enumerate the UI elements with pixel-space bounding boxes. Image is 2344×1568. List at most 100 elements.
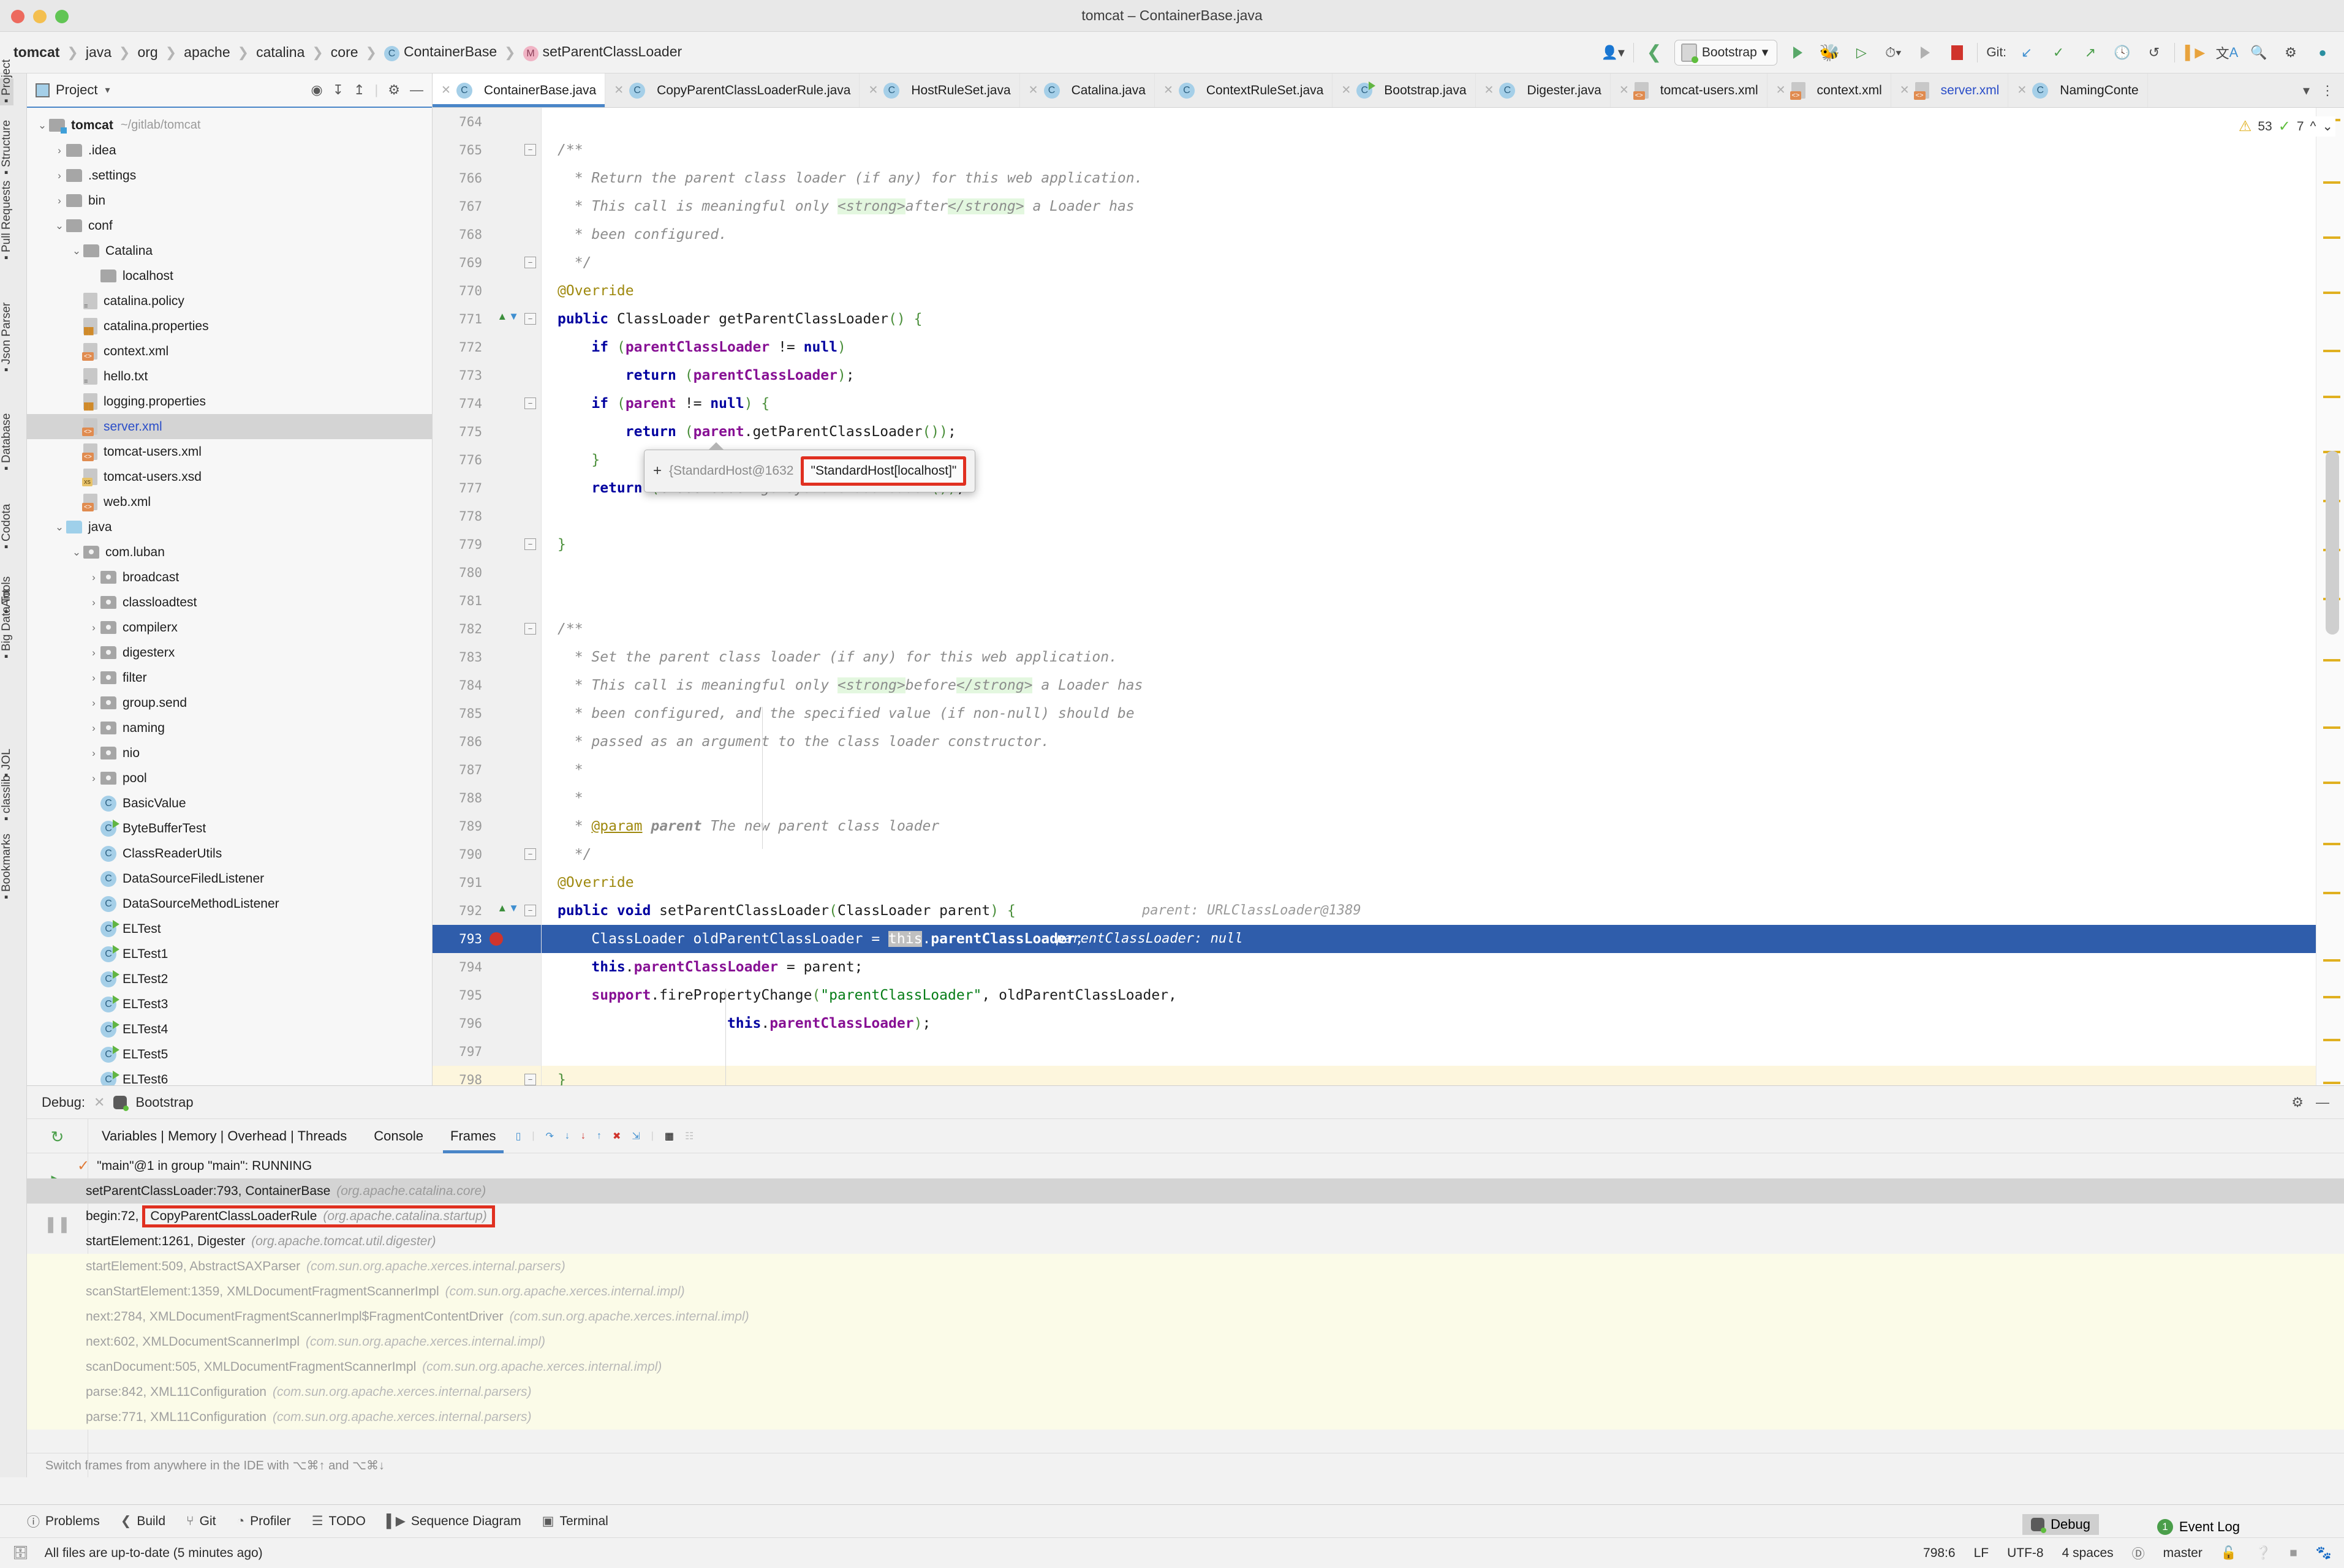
chevron-down-icon[interactable]: ▾ bbox=[2303, 83, 2310, 99]
line-separator[interactable]: LF bbox=[1974, 1546, 1989, 1561]
run-to-cursor-icon[interactable]: ⇲ bbox=[632, 1130, 640, 1142]
code-line-row[interactable] bbox=[542, 502, 2316, 530]
expand-icon[interactable]: + bbox=[653, 462, 662, 480]
profile-icon[interactable]: 👤▾ bbox=[1601, 39, 1624, 66]
error-stripe-mark[interactable] bbox=[2323, 959, 2340, 962]
bottom-tool-bar[interactable]: ⓘProblems❮Build⑂Git◔Profiler☰TODO▌▶Seque… bbox=[0, 1504, 2344, 1537]
close-icon[interactable]: ✕ bbox=[441, 83, 451, 97]
tree-file[interactable]: ██logging.properties bbox=[27, 389, 432, 414]
editor-scrollbar-thumb[interactable] bbox=[2326, 451, 2339, 635]
code-line-row[interactable]: if (parentClassLoader != null) bbox=[542, 333, 2316, 361]
error-stripe-mark[interactable] bbox=[2323, 726, 2340, 729]
step-into-icon[interactable]: ↓ bbox=[565, 1131, 570, 1142]
code-line-row[interactable] bbox=[542, 1038, 2316, 1066]
hide-panel-icon[interactable]: — bbox=[2316, 1095, 2329, 1110]
minimize-window-button[interactable] bbox=[33, 10, 47, 23]
breadcrumb-item-core[interactable]: core bbox=[327, 42, 362, 62]
translate-icon[interactable]: 文A bbox=[2215, 39, 2239, 66]
code-line-row[interactable]: * This call is meaningful only <strong>b… bbox=[542, 671, 2316, 699]
tree-folder[interactable]: ›.settings bbox=[27, 163, 432, 188]
breadcrumb-item-org[interactable]: org bbox=[134, 42, 161, 62]
implementing-method-icon[interactable]: ▲ bbox=[497, 902, 507, 914]
tree-folder[interactable]: ›filter bbox=[27, 665, 432, 690]
code-line-row[interactable]: * been configured. bbox=[542, 221, 2316, 249]
tool-window-classlib[interactable]: ▪ classlib bbox=[0, 796, 13, 823]
error-stripe-mark[interactable] bbox=[2323, 782, 2340, 784]
rollback-icon[interactable]: ↺ bbox=[2142, 39, 2166, 66]
chevron-down-icon[interactable]: ⌄ bbox=[70, 546, 83, 559]
code-line-row[interactable]: return (parent.getParentClassLoader()); bbox=[542, 418, 2316, 446]
tool-window-structure[interactable]: ▪ Structure bbox=[0, 150, 13, 177]
error-stripe-mark[interactable] bbox=[2323, 843, 2340, 845]
editor-tab[interactable]: ✕CBootstrap.java bbox=[1333, 74, 1475, 107]
account-icon[interactable]: ● bbox=[2311, 39, 2334, 66]
tree-folder[interactable]: ⌄conf bbox=[27, 213, 432, 238]
code-line-row[interactable]: * been configured, and the specified val… bbox=[542, 699, 2316, 728]
chevron-right-icon[interactable]: › bbox=[53, 145, 66, 157]
chevron-right-icon[interactable]: › bbox=[53, 170, 66, 182]
code-line-row[interactable]: } bbox=[542, 530, 2316, 559]
tool-window-big-data-tools[interactable]: ▪ Big Data Tools bbox=[0, 634, 13, 661]
history-icon[interactable]: 🕓 bbox=[2111, 39, 2134, 66]
chevron-right-icon[interactable]: › bbox=[53, 195, 66, 207]
code-line-row[interactable]: this.parentClassLoader = parent; bbox=[542, 953, 2316, 981]
lock-icon[interactable]: 🔓 bbox=[2221, 1546, 2237, 1561]
force-step-into-icon[interactable]: ↓ bbox=[581, 1131, 586, 1142]
tree-folder[interactable]: ›bin bbox=[27, 188, 432, 213]
tool-window-json-parser[interactable]: ▪ Json Parser bbox=[0, 347, 13, 374]
bottom-tab-sequence-diagram[interactable]: ▌▶Sequence Diagram bbox=[387, 1513, 521, 1529]
rerun-icon[interactable] bbox=[1913, 39, 1937, 66]
indent-setting[interactable]: 4 spaces bbox=[2062, 1546, 2114, 1561]
code-line-row[interactable]: if (parent != null) { bbox=[542, 390, 2316, 418]
code-line-row[interactable]: @Override bbox=[542, 869, 2316, 897]
status-debug-chip[interactable]: Debug bbox=[2022, 1514, 2099, 1535]
editor-tab[interactable]: ✕CDigester.java bbox=[1476, 74, 1611, 107]
editor-tab[interactable]: ✕CCatalina.java bbox=[1020, 74, 1155, 107]
tree-file[interactable]: ██catalina.properties bbox=[27, 314, 432, 339]
profiler-icon[interactable]: ⏱▾ bbox=[1881, 39, 1905, 66]
chevron-right-icon[interactable]: › bbox=[87, 622, 100, 634]
code-line-row[interactable]: public void setParentClassLoader(ClassLo… bbox=[542, 897, 2316, 925]
error-stripe-mark[interactable] bbox=[2323, 659, 2340, 662]
tree-file[interactable]: CByteBufferTest bbox=[27, 816, 432, 841]
error-stripe-mark[interactable] bbox=[2323, 236, 2340, 239]
chevron-right-icon[interactable]: › bbox=[87, 722, 100, 734]
code-line-row[interactable]: * Set the parent class loader (if any) f… bbox=[542, 643, 2316, 671]
breadcrumb-item-tomcat[interactable]: tomcat bbox=[10, 42, 63, 62]
tree-folder[interactable]: ›broadcast bbox=[27, 565, 432, 590]
code-line-row[interactable]: /** bbox=[542, 615, 2316, 643]
close-window-button[interactable] bbox=[11, 10, 25, 23]
close-icon[interactable]: ✕ bbox=[1900, 83, 1910, 97]
stack-frame-row[interactable]: scanStartElement:1359, XMLDocumentFragme… bbox=[27, 1279, 2344, 1304]
tree-folder[interactable]: ⌄tomcat~/gitlab/tomcat bbox=[27, 113, 432, 138]
code-line-row[interactable]: */ bbox=[542, 840, 2316, 869]
rerun-icon[interactable]: ↻ bbox=[51, 1128, 64, 1147]
git-branch[interactable]: master bbox=[2163, 1546, 2202, 1561]
overriding-method-icon[interactable]: ▼ bbox=[508, 902, 519, 914]
settings-icon[interactable]: ⚙ bbox=[2279, 39, 2302, 66]
code-line-row[interactable]: * bbox=[542, 784, 2316, 812]
gear-icon[interactable]: ⚙ bbox=[388, 82, 400, 98]
debug-tabs[interactable]: Variables | Memory | Overhead | ThreadsC… bbox=[27, 1119, 2344, 1153]
chevron-right-icon[interactable]: › bbox=[87, 571, 100, 584]
tree-folder[interactable]: ›nio bbox=[27, 741, 432, 766]
chevron-down-icon[interactable]: ⌄ bbox=[2322, 119, 2333, 134]
error-stripe-mark[interactable] bbox=[2323, 292, 2340, 294]
gear-icon[interactable]: ⚙ bbox=[2291, 1095, 2304, 1110]
code-line-row[interactable] bbox=[542, 108, 2316, 136]
code-line-row[interactable]: * This call is meaningful only <strong>a… bbox=[542, 192, 2316, 221]
code-line-row[interactable]: /** bbox=[542, 136, 2316, 164]
tree-folder[interactable]: ›group.send bbox=[27, 690, 432, 715]
stack-frame-row[interactable]: scanDocument:505, XMLDocumentFragmentSca… bbox=[27, 1354, 2344, 1379]
code-line-row[interactable]: * passed as an argument to the class loa… bbox=[542, 728, 2316, 756]
tree-file[interactable]: <>web.xml bbox=[27, 489, 432, 514]
breadcrumb-item-catalina[interactable]: catalina bbox=[252, 42, 308, 62]
layout-icon[interactable]: ▯ bbox=[516, 1130, 521, 1142]
git-commit-icon[interactable]: ✓ bbox=[2047, 39, 2070, 66]
bottom-tab-build[interactable]: ❮Build bbox=[121, 1513, 165, 1529]
gutter-markers[interactable]: ▲▼ bbox=[497, 311, 519, 323]
step-out-icon[interactable]: ↑ bbox=[597, 1131, 602, 1142]
window-controls[interactable] bbox=[11, 10, 69, 23]
breadcrumb-item-setparentclassloader[interactable]: MsetParentClassLoader bbox=[520, 42, 686, 64]
editor-tab[interactable]: ✕CHostRuleSet.java bbox=[860, 74, 1019, 107]
